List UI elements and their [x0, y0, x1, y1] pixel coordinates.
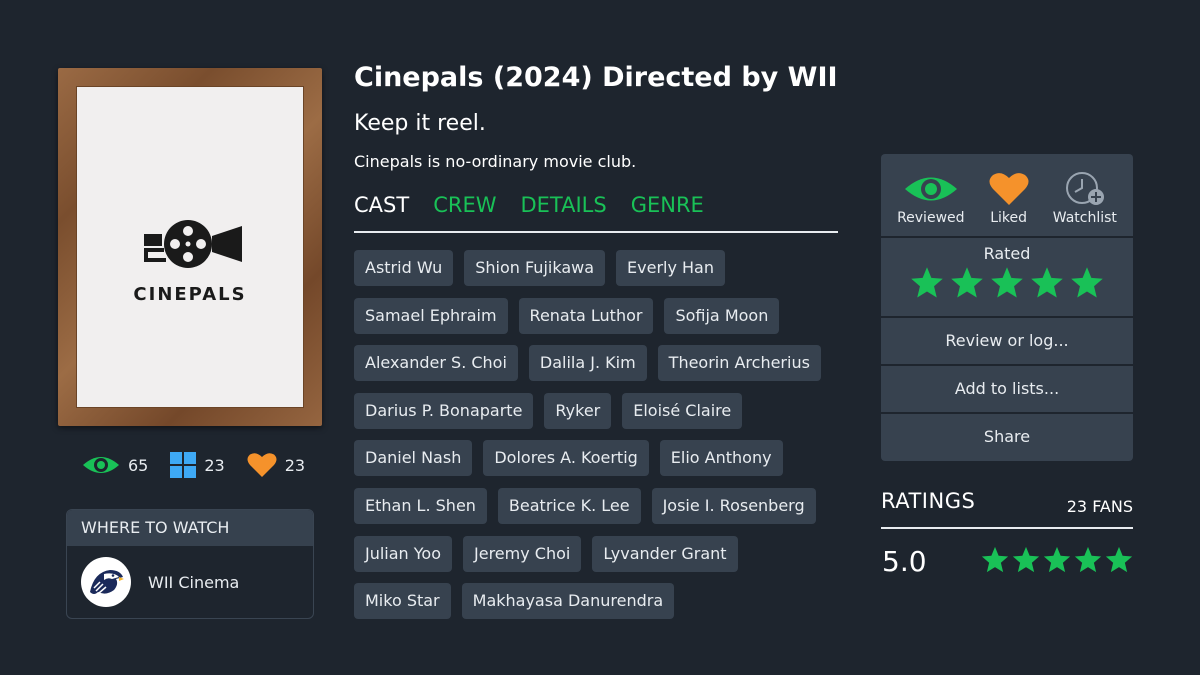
where-to-watch-header: WHERE TO WATCH — [67, 510, 313, 546]
likes-count: 23 — [284, 455, 306, 475]
cast-chip[interactable]: Elio Anthony — [659, 440, 783, 477]
ratings-fans[interactable]: 23 FANS — [1067, 489, 1133, 516]
film-camera-icon — [144, 220, 242, 268]
clock-plus-icon — [1065, 172, 1104, 205]
tab-genre[interactable]: GENRE — [631, 193, 704, 231]
views-count: 65 — [128, 455, 149, 475]
detail-tabs: CAST CREW DETAILS GENRE — [354, 193, 838, 233]
cast-chip[interactable]: Samael Ephraim — [354, 297, 508, 334]
liked-label: Liked — [990, 210, 1028, 226]
star-icon — [981, 546, 1009, 573]
tab-crew[interactable]: CREW — [433, 193, 496, 231]
cast-chip[interactable]: Ethan L. Shen — [354, 487, 487, 524]
star-icon[interactable] — [949, 265, 985, 301]
rating-stars[interactable] — [881, 265, 1133, 301]
service-name: WII Cinema — [148, 572, 240, 592]
ratings-header: RATINGS 23 FANS — [881, 489, 1133, 529]
cast-chip[interactable]: Sofija Moon — [664, 297, 780, 334]
ratings-title: RATINGS — [881, 489, 976, 513]
tab-details[interactable]: DETAILS — [520, 193, 606, 231]
review-or-log-button[interactable]: Review or log... — [881, 318, 1133, 364]
cast-row: Alexander S. Choi Dalila J. Kim Theorin … — [354, 345, 844, 382]
star-icon[interactable] — [989, 265, 1025, 301]
reviewed-button[interactable]: Reviewed — [897, 154, 965, 236]
add-to-lists-button[interactable]: Add to lists... — [881, 366, 1133, 412]
cinepals-logo: CINEPALS — [76, 214, 304, 305]
likes-stat[interactable]: 23 — [247, 452, 305, 478]
cast-chip[interactable]: Dalila J. Kim — [528, 345, 647, 382]
cast-chip[interactable]: Theorin Archerius — [657, 345, 821, 382]
star-icon[interactable] — [1069, 265, 1105, 301]
poster-logo-text: CINEPALS — [133, 284, 247, 305]
heart-icon — [247, 453, 277, 477]
cast-row: Samael Ephraim Renata Luthor Sofija Moon — [354, 297, 844, 334]
lists-grid-icon — [170, 452, 197, 478]
liked-button[interactable]: Liked — [989, 154, 1029, 236]
movie-description: Cinepals is no-ordinary movie club. — [354, 152, 637, 171]
movie-title: Cinepals (2024) Directed by WII — [354, 62, 838, 93]
cast-chip[interactable]: Lyvander Grant — [592, 535, 738, 572]
lists-count: 23 — [204, 455, 225, 475]
cast-row: Astrid Wu Shion Fujikawa Everly Han — [354, 250, 844, 286]
star-icon — [1074, 546, 1102, 573]
watchlist-label: Watchlist — [1052, 210, 1117, 226]
cast-chip[interactable]: Beatrice K. Lee — [497, 487, 641, 524]
cast-chip[interactable]: Renata Luthor — [518, 297, 654, 334]
cast-chip[interactable]: Dolores A. Koertig — [483, 440, 649, 477]
cast-list: Astrid Wu Shion Fujikawa Everly Han Sama… — [354, 250, 844, 631]
star-icon — [1105, 546, 1133, 573]
cast-chip[interactable]: Makhayasa Danurendra — [461, 583, 675, 620]
cast-chip[interactable]: Eloisé Claire — [622, 392, 743, 429]
service-avatar — [81, 557, 131, 607]
star-icon — [1043, 546, 1071, 573]
star-icon[interactable] — [1029, 265, 1065, 301]
panel-actions: Reviewed Liked Watchlist — [881, 154, 1133, 236]
rated-label: Rated — [983, 244, 1031, 263]
heart-icon — [989, 173, 1029, 205]
poster[interactable]: CINEPALS — [76, 86, 304, 408]
cast-chip[interactable]: Astrid Wu — [354, 250, 454, 286]
cast-row: Darius P. Bonaparte Ryker Eloisé Claire — [354, 392, 844, 429]
share-button[interactable]: Share — [881, 414, 1133, 460]
eagle-logo — [90, 570, 124, 594]
star-icon — [1012, 546, 1040, 573]
cast-row: Daniel Nash Dolores A. Koertig Elio Anth… — [354, 440, 844, 477]
cast-chip[interactable]: Jeremy Choi — [463, 535, 582, 572]
cast-chip[interactable]: Alexander S. Choi — [354, 345, 518, 382]
action-panel: Reviewed Liked Watchlist Rated Review or… — [881, 154, 1133, 461]
cast-row: Julian Yoo Jeremy Choi Lyvander Grant — [354, 535, 844, 572]
cast-chip[interactable]: Ryker — [544, 392, 612, 429]
movie-tagline: Keep it reel. — [354, 111, 486, 136]
star-icon[interactable] — [909, 265, 945, 301]
stats-row: 65 23 23 — [82, 452, 327, 478]
cast-row: Miko Star Makhayasa Danurendra — [354, 583, 844, 620]
ratings-average: 5.0 — [882, 545, 927, 578]
cast-chip[interactable]: Miko Star — [354, 583, 451, 620]
cast-chip[interactable]: Julian Yoo — [354, 535, 453, 572]
eye-icon — [83, 457, 119, 473]
reviewed-label: Reviewed — [897, 210, 965, 226]
watch-service-item[interactable]: WII Cinema — [67, 546, 313, 618]
cast-chip[interactable]: Everly Han — [616, 250, 725, 286]
views-stat[interactable]: 65 — [82, 453, 148, 477]
where-to-watch: WHERE TO WATCH WII Cinema — [66, 509, 314, 619]
cast-chip[interactable]: Shion Fujikawa — [464, 250, 606, 286]
cast-row: Ethan L. Shen Beatrice K. Lee Josie I. R… — [354, 487, 844, 524]
lists-stat[interactable]: 23 — [170, 452, 225, 478]
cast-chip[interactable]: Josie I. Rosenberg — [651, 487, 816, 524]
tab-cast[interactable]: CAST — [354, 193, 409, 231]
cast-chip[interactable]: Daniel Nash — [354, 440, 473, 477]
rated-section[interactable]: Rated — [881, 238, 1133, 316]
ratings-stars — [980, 545, 1135, 575]
cast-chip[interactable]: Darius P. Bonaparte — [354, 392, 534, 429]
eye-icon — [904, 177, 957, 201]
poster-frame: CINEPALS — [58, 68, 322, 426]
watchlist-button[interactable]: Watchlist — [1053, 154, 1117, 236]
